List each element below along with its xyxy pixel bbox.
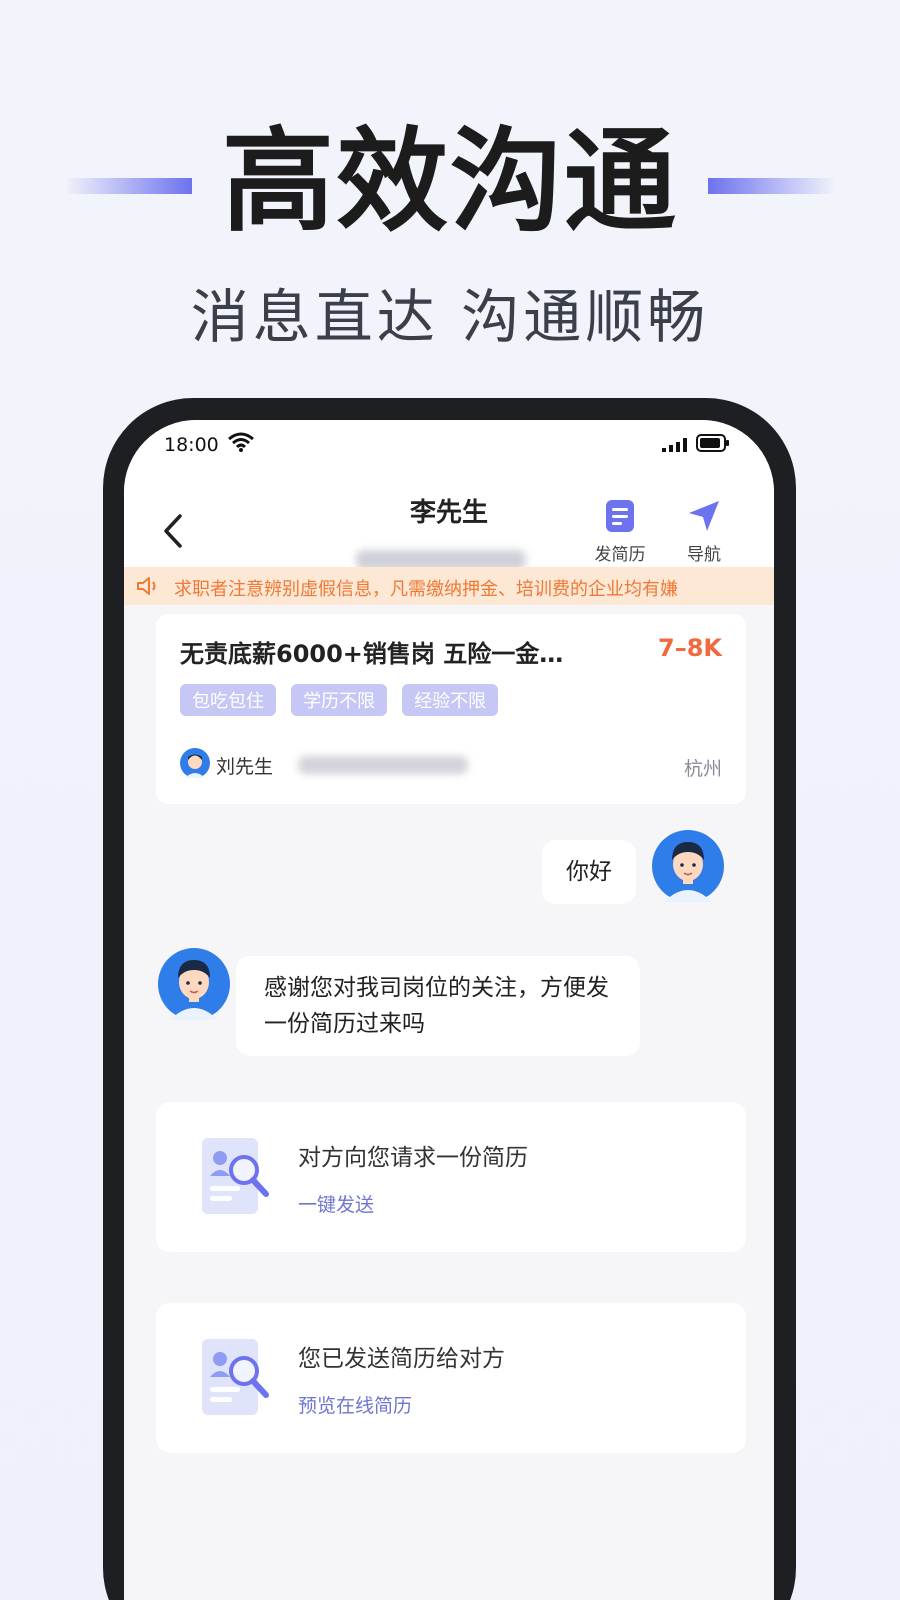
send-resume-button[interactable]: 发简历 <box>580 498 660 565</box>
job-title: 无责底薪6000+销售岗 五险一金… <box>180 640 564 668</box>
resume-search-icon <box>202 1138 269 1214</box>
resume-sent-card: 您已发送简历给对方 预览在线简历 <box>156 1303 746 1453</box>
message-bubble-received: 感谢您对我司岗位的关注，方便发一份简历过来吗 <box>236 956 640 1056</box>
recruiter-chat-avatar <box>158 948 230 1020</box>
recruiter-name: 刘先生 <box>216 756 274 778</box>
send-resume-label: 发简历 <box>594 545 646 565</box>
job-salary: 7–8K <box>658 634 722 662</box>
one-click-send-link[interactable]: 一键发送 <box>298 1190 374 1217</box>
job-tag: 学历不限 <box>291 684 388 716</box>
battery-icon <box>696 434 729 452</box>
job-city: 杭州 <box>683 758 722 780</box>
navigation-button[interactable]: 导航 <box>664 498 744 565</box>
phone-screen: 18:00 李先生 发简历 导航 求职者注意辨别虚假信息，凡需缴纳押金、培训费的… <box>124 420 774 1600</box>
document-icon <box>606 500 634 532</box>
hero-subtitle: 消息直达 沟通顺畅 <box>190 283 710 351</box>
signal-icon <box>662 438 687 452</box>
job-tag: 包吃包住 <box>180 684 276 716</box>
safety-notice-text: 求职者注意辨别虚假信息，凡需缴纳押金、培训费的企业均有嫌 <box>174 579 678 600</box>
hero-decor-line-right <box>708 178 836 194</box>
job-tag: 经验不限 <box>402 684 499 716</box>
resume-sent-text: 您已发送简历给对方 <box>298 1346 505 1372</box>
user-avatar <box>652 830 724 902</box>
job-card[interactable]: 无责底薪6000+销售岗 五险一金… 7–8K 包吃包住 学历不限 经验不限 刘… <box>156 614 746 804</box>
status-time: 18:00 <box>164 434 219 456</box>
resume-request-text: 对方向您请求一份简历 <box>298 1145 528 1171</box>
recruiter-avatar <box>180 748 210 778</box>
wifi-icon <box>228 432 254 452</box>
status-bar: 18:00 <box>124 420 774 470</box>
safety-notice-bar: 求职者注意辨别虚假信息，凡需缴纳押金、培训费的企业均有嫌 <box>124 567 774 605</box>
resume-search-icon <box>202 1339 269 1415</box>
preview-online-resume-link[interactable]: 预览在线简历 <box>298 1391 412 1418</box>
navigation-label: 导航 <box>687 545 721 565</box>
recruiter-company-blurred <box>298 756 468 774</box>
navigation-arrow-icon <box>689 501 719 531</box>
job-tags: 包吃包住 学历不限 经验不限 <box>180 684 508 716</box>
message-bubble-sent: 你好 <box>542 840 636 904</box>
speaker-icon <box>137 577 156 595</box>
resume-request-card: 对方向您请求一份简历 一键发送 <box>156 1102 746 1252</box>
